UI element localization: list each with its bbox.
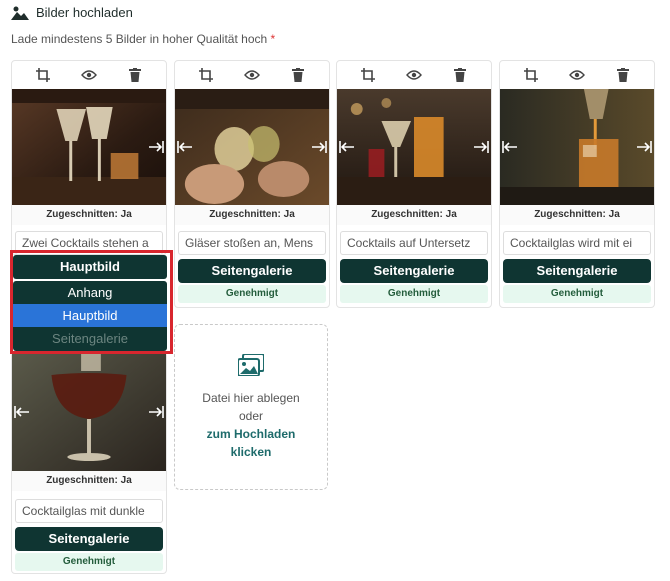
trash-icon[interactable] [452,67,468,83]
next-arrow-icon[interactable] [148,139,164,155]
eye-icon[interactable] [244,67,260,83]
image-thumbnail [500,89,654,205]
prev-arrow-icon[interactable] [177,139,193,155]
status-badge: Genehmigt [178,285,326,303]
caption-input[interactable] [15,499,163,523]
cropped-status: Zugeschnitten: Ja [12,205,166,225]
image-thumbnail [175,89,329,205]
eye-icon[interactable] [569,67,585,83]
gallery-type-select[interactable]: Seitengalerie [178,259,326,283]
image-card-4: Zugeschnitten: Ja Seitengalerie Genehmig… [499,60,655,308]
image-thumbnail [12,89,166,205]
image-thumbnail [337,89,491,205]
prev-arrow-icon[interactable] [339,139,355,155]
card-toolbar [337,61,491,89]
cropped-status: Zugeschnitten: Ja [337,205,491,225]
image-card-5: Zugeschnitten: Ja Seitengalerie Genehmig… [11,352,167,574]
crop-icon[interactable] [198,67,214,83]
caption-input[interactable] [178,231,326,255]
status-badge: Genehmigt [15,553,163,571]
crop-icon[interactable] [523,67,539,83]
trash-icon[interactable] [290,67,306,83]
crop-icon[interactable] [360,67,376,83]
cropped-status: Zugeschnitten: Ja [500,205,654,225]
cropped-status: Zugeschnitten: Ja [12,471,166,491]
image-thumbnail [12,353,166,471]
next-arrow-icon[interactable] [636,139,652,155]
image-upload-icon [11,5,29,20]
caption-input[interactable] [340,231,488,255]
next-arrow-icon[interactable] [473,139,489,155]
caption-input[interactable] [503,231,651,255]
card-toolbar [500,61,654,89]
cropped-status: Zugeschnitten: Ja [175,205,329,225]
next-arrow-icon[interactable] [311,139,327,155]
section-header: Bilder hochladen [11,5,133,20]
trash-icon[interactable] [615,67,631,83]
eye-icon[interactable] [81,67,97,83]
dropzone-or: oder [238,408,264,423]
card-toolbar [175,61,329,89]
dropzone-text: Datei hier ablegen [202,390,300,405]
next-arrow-icon[interactable] [148,404,164,420]
subtitle: Lade mindestens 5 Bilder in hoher Qualit… [11,32,275,46]
required-mark: * [270,32,276,46]
upload-dropzone[interactable]: Datei hier ablegen oder zum Hochladen kl… [174,324,328,490]
gallery-type-select[interactable]: Seitengalerie [15,527,163,551]
image-upload-icon [237,352,265,381]
card-toolbar [12,61,166,89]
prev-arrow-icon[interactable] [14,404,30,420]
upload-link-click[interactable]: klicken [231,443,272,461]
highlight-frame [10,250,173,354]
image-card-3: Zugeschnitten: Ja Seitengalerie Genehmig… [336,60,492,308]
eye-icon[interactable] [406,67,422,83]
status-badge: Genehmigt [340,285,488,303]
image-card-2: Zugeschnitten: Ja Seitengalerie Genehmig… [174,60,330,308]
crop-icon[interactable] [35,67,51,83]
image-card-1: Zugeschnitten: Ja [11,60,167,255]
upload-link[interactable]: zum Hochladen [207,425,296,443]
subtitle-text: Lade mindestens 5 Bilder in hoher Qualit… [11,32,268,46]
gallery-type-select[interactable]: Seitengalerie [503,259,651,283]
prev-arrow-icon[interactable] [502,139,518,155]
trash-icon[interactable] [127,67,143,83]
gallery-type-select[interactable]: Seitengalerie [340,259,488,283]
page-title: Bilder hochladen [36,5,133,20]
status-badge: Genehmigt [503,285,651,303]
